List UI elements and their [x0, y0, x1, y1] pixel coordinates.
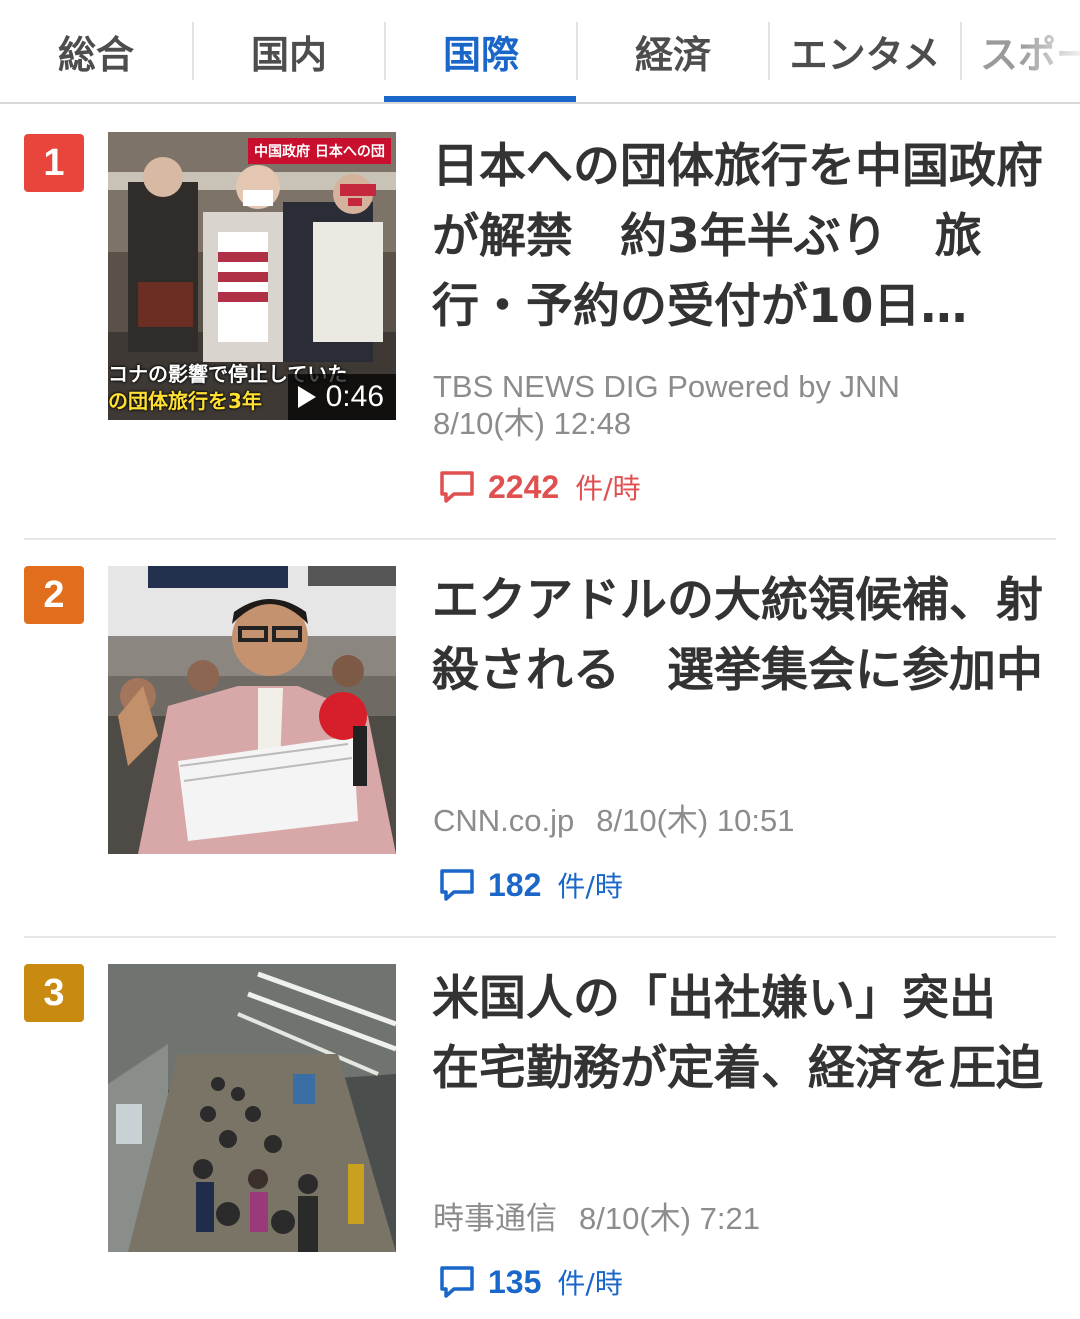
- comment-stats[interactable]: 2242 件/時: [438, 465, 641, 509]
- ranking-item-2[interactable]: 2 エクアドルの大統領候補、射殺される 選挙集会に参加中 CNN.co.jp 8…: [0, 540, 1080, 936]
- comment-unit: 件/時: [557, 870, 623, 903]
- thumbnail-image-politician-speaking: [108, 566, 396, 854]
- tab-sogo[interactable]: 総合: [0, 0, 192, 102]
- tab-entame[interactable]: エンタメ: [770, 0, 960, 102]
- video-duration-badge: 0:46: [287, 374, 396, 420]
- article-headline[interactable]: 日本への団体旅行を中国政府が解禁 約3年半ぶり 旅行・予約の受付が10日…: [432, 132, 1052, 342]
- ranking-item-3[interactable]: 3 米国人の「出社嫌い」突出 在宅勤務が定着、経済を圧迫 時事通信 8/10(木…: [0, 938, 1080, 1319]
- tab-overflow-fade: [1020, 0, 1080, 102]
- comment-unit: 件/時: [557, 1267, 623, 1300]
- video-thumbnail[interactable]: 中国政府 日本への団 コナの影響で停止していた の団体旅行を3年 0:46: [108, 132, 396, 420]
- comment-bubble-icon: [440, 1266, 474, 1298]
- comment-count: 135: [488, 1263, 542, 1300]
- article-source: 時事通信: [433, 1201, 557, 1236]
- category-tab-bar: 総合 国内 国際 経済 エンタメ スポーツ: [0, 0, 1080, 104]
- comment-bubble-icon: [440, 471, 474, 503]
- comment-bubble-icon: [440, 869, 474, 901]
- breaking-news-banner: 中国政府 日本への団: [248, 138, 391, 164]
- article-meta: 時事通信 8/10(木) 7:21: [433, 1200, 1053, 1237]
- tab-kokunai[interactable]: 国内: [194, 0, 384, 102]
- rank-badge: 1: [24, 134, 84, 192]
- article-source: TBS NEWS DIG Powered by JNN: [433, 369, 900, 404]
- comment-count: 182: [488, 866, 542, 903]
- article-meta: CNN.co.jp 8/10(木) 10:51: [433, 802, 1053, 839]
- article-datetime: 8/10(木) 10:51: [596, 803, 795, 838]
- article-headline[interactable]: 米国人の「出社嫌い」突出 在宅勤務が定着、経済を圧迫: [432, 964, 1052, 1104]
- tab-kokusai[interactable]: 国際: [386, 0, 576, 102]
- active-tab-indicator: [384, 96, 576, 102]
- rank-badge: 2: [24, 566, 84, 624]
- article-headline[interactable]: エクアドルの大統領候補、射殺される 選挙集会に参加中: [432, 566, 1052, 706]
- play-icon: [297, 386, 316, 408]
- comment-stats[interactable]: 182 件/時: [438, 863, 623, 907]
- article-source: CNN.co.jp: [433, 803, 575, 838]
- thumbnail-image-subway-commuters: [108, 964, 396, 1252]
- article-datetime: 8/10(木) 7:21: [579, 1201, 760, 1236]
- video-caption-line-2: の団体旅行を3年: [108, 389, 262, 413]
- article-datetime: 8/10(木) 12:48: [433, 406, 632, 441]
- comment-count: 2242: [488, 468, 560, 505]
- rank-badge: 3: [24, 964, 84, 1022]
- video-duration: 0:46: [325, 380, 384, 413]
- comment-stats[interactable]: 135 件/時: [438, 1260, 623, 1304]
- ranking-item-1[interactable]: 1 中国政府 日本への団 コナの影響で停止していた の団体旅行を3年 0:46 …: [0, 104, 1080, 540]
- tab-keizai[interactable]: 経済: [578, 0, 768, 102]
- article-thumbnail[interactable]: [108, 964, 396, 1252]
- comment-unit: 件/時: [575, 472, 641, 505]
- article-thumbnail[interactable]: [108, 566, 396, 854]
- article-meta: TBS NEWS DIG Powered by JNN 8/10(木) 12:4…: [433, 368, 1053, 442]
